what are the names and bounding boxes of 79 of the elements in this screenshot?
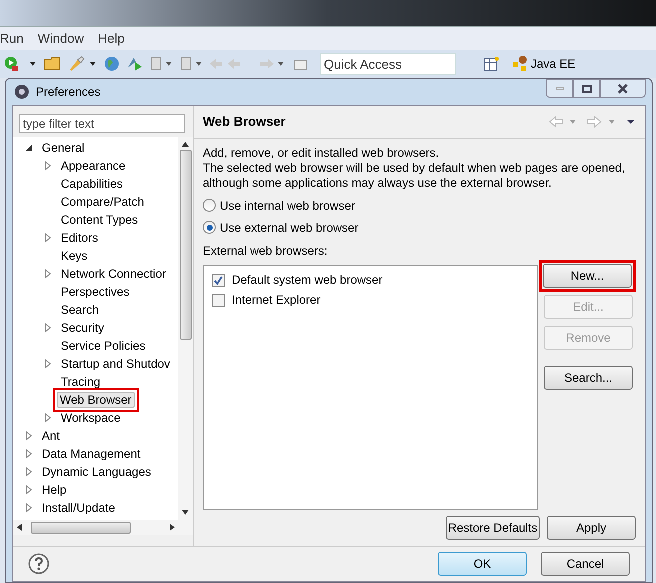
tree-item[interactable]: Startup and Shutdov — [58, 356, 174, 372]
folder-icon[interactable] — [44, 57, 62, 71]
tree-item[interactable]: General — [39, 140, 88, 156]
expand-arrow-icon[interactable] — [25, 467, 33, 477]
dialog-button[interactable]: Cancel — [541, 552, 630, 576]
tree-item[interactable]: Web Browser — [57, 392, 135, 408]
brush-icon[interactable] — [68, 56, 98, 72]
expand-arrow-icon[interactable] — [25, 503, 33, 513]
scroll-right-icon[interactable] — [169, 524, 176, 531]
scroll-thumb[interactable] — [180, 150, 192, 340]
tree-item[interactable]: Dynamic Languages — [39, 464, 154, 480]
menu-item[interactable]: Run — [0, 28, 24, 48]
tree-item[interactable]: Content Types — [58, 212, 142, 228]
list-label: External web browsers: — [203, 243, 329, 260]
close-icon — [617, 84, 629, 94]
checkbox[interactable] — [212, 274, 225, 286]
tree-item[interactable]: Tracing — [58, 374, 104, 390]
scroll-left-icon[interactable] — [16, 524, 23, 531]
tree-item[interactable]: Install/Update — [39, 500, 118, 516]
gear-icon — [14, 84, 30, 100]
globe-icon[interactable] — [104, 56, 120, 72]
tree-item[interactable]: Help — [39, 482, 70, 498]
footer-button[interactable]: Restore Defaults — [446, 516, 540, 540]
tree-item[interactable]: Ant — [39, 428, 64, 444]
quick-access-field[interactable]: Quick Access — [320, 53, 456, 75]
description-text: The selected web browser will be used by default when web pages are opened, although some applications may always use the external browser. — [203, 161, 626, 191]
description-text: Add, remove, or edit installed web browsers. — [203, 146, 440, 161]
check-icon — [214, 276, 223, 284]
open-perspective-icon[interactable] — [484, 56, 500, 72]
radio-icon[interactable] — [203, 199, 216, 212]
side-button[interactable]: Search... — [544, 366, 633, 390]
expand-arrow-icon[interactable] — [44, 269, 52, 279]
scroll-thumb[interactable] — [31, 522, 131, 534]
expand-arrow-icon[interactable] — [44, 323, 52, 333]
expand-arrow-icon[interactable] — [25, 449, 33, 459]
dialog-button[interactable]: OK — [438, 552, 527, 576]
radio-icon[interactable] — [203, 221, 216, 234]
browser-item[interactable]: Internet Explorer — [232, 291, 321, 309]
tree-item[interactable]: Security — [58, 320, 108, 336]
maximize-button[interactable] — [573, 79, 600, 98]
tree-item[interactable]: Keys — [58, 248, 91, 264]
perspective-icon — [512, 56, 528, 72]
radio-option[interactable]: Use external web browser — [203, 220, 636, 235]
perspective-button[interactable]: Java EE — [512, 55, 576, 73]
side-button[interactable]: New... — [543, 264, 632, 288]
browser-item[interactable]: Default system web browser — [232, 271, 383, 289]
help-icon[interactable] — [28, 553, 50, 575]
vertical-scrollbar[interactable] — [178, 137, 193, 520]
tree-item[interactable]: Search — [58, 302, 102, 318]
run-icon[interactable] — [4, 56, 38, 72]
tree-item[interactable]: Service Policies — [58, 338, 149, 354]
expand-arrow-icon[interactable] — [44, 233, 52, 243]
expand-arrow-icon[interactable] — [25, 485, 33, 495]
tree-item[interactable]: Perspectives — [58, 284, 133, 300]
tree-item[interactable]: Data Management — [39, 446, 144, 462]
menu-item[interactable]: Help — [98, 28, 125, 48]
checkbox[interactable] — [212, 294, 225, 306]
window-title: Preferences — [36, 84, 102, 101]
run-server-icon[interactable] — [126, 56, 144, 72]
expanded-arrow-icon[interactable] — [25, 144, 33, 152]
expand-arrow-icon[interactable] — [25, 431, 33, 441]
tree-item[interactable]: Compare/Patch — [58, 194, 148, 210]
scroll-down-icon[interactable] — [182, 509, 189, 516]
close-button[interactable] — [600, 79, 646, 98]
page-title: Web Browser — [203, 113, 287, 132]
tree-item[interactable]: Workspace — [58, 410, 124, 426]
tree-item[interactable]: Capabilities — [58, 176, 126, 192]
tree-item[interactable]: Editors — [58, 230, 102, 246]
horizontal-scrollbar[interactable] — [13, 520, 193, 535]
tree-item[interactable]: Network Connectior — [58, 266, 170, 282]
filter-field[interactable]: type filter text — [19, 114, 185, 133]
expand-arrow-icon[interactable] — [44, 161, 52, 171]
expand-arrow-icon[interactable] — [44, 359, 52, 369]
expand-arrow-icon[interactable] — [44, 413, 52, 423]
radio-option[interactable]: Use internal web browser — [203, 198, 636, 213]
scroll-up-icon[interactable] — [182, 141, 189, 148]
menu-item[interactable]: Window — [38, 28, 84, 48]
tree-item[interactable]: Appearance — [58, 158, 129, 174]
footer-button[interactable]: Apply — [547, 516, 636, 540]
